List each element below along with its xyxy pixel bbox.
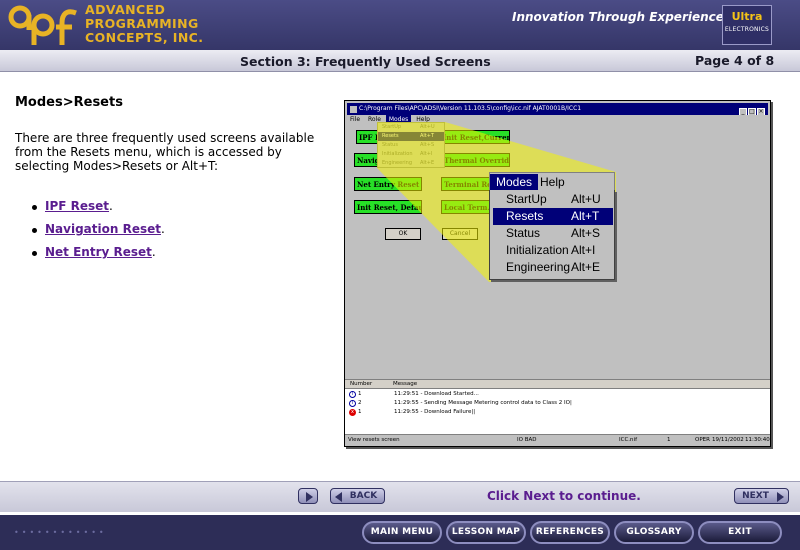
init-reset-default-button: Init Reset, Default (354, 200, 422, 214)
page-heading: Modes>Resets (15, 95, 123, 110)
small-modes-menu: StartUp Alt+U Resets Alt+T Status Alt+S Ini… (377, 122, 445, 168)
status-bar: View resets screen IO BAD ICC.nif 1 OPER… (345, 434, 770, 445)
section-title: Section 3: Frequently Used Screens (240, 54, 491, 69)
message-log: Number Message i 1 11:29:51 - Download S… (345, 379, 770, 434)
tagline: Innovation Through Experience (512, 10, 724, 24)
close-icon: × (757, 108, 765, 115)
intro-text: There are three frequently used screens … (15, 131, 315, 173)
net-entry-reset-button: Net Entry Reset (354, 177, 422, 191)
list-item: Navigation Reset. (32, 222, 165, 245)
info-icon: i (349, 400, 356, 407)
main-menu-button[interactable]: MAIN MENU (362, 521, 442, 544)
net-entry-reset-link[interactable]: Net Entry Reset (45, 245, 152, 259)
header-bar: ADVANCED PROGRAMMING CONCEPTS, INC. Inno… (0, 0, 800, 50)
small-menu-item: Initialization Alt+I (382, 151, 433, 157)
small-menu-item: Status Alt+S (382, 142, 435, 148)
maximize-icon: □ (748, 108, 756, 115)
back-arrow-icon (335, 492, 342, 502)
magnified-menu-item-engineering: Engineering Alt+E (506, 260, 601, 274)
magnified-menu-item-initialization: Initialization Alt+I (506, 243, 596, 257)
continue-prompt: Click Next to continue. (487, 489, 641, 503)
small-menu-item: Resets Alt+T (378, 132, 444, 141)
replay-button[interactable] (298, 488, 318, 504)
local-terminal-button: Local Term... (441, 200, 491, 214)
cancel-button: Cancel (442, 228, 478, 240)
navigation-bar (0, 481, 800, 512)
exit-button[interactable]: EXIT (698, 521, 782, 544)
next-arrow-icon (777, 492, 784, 502)
magnified-menu-help: Help (540, 175, 565, 189)
magnified-menu-item-startup: StartUp Alt+U (506, 192, 601, 206)
magnified-menu-modes: Modes (490, 174, 539, 190)
window-controls: _ □ × (738, 106, 765, 115)
magnified-modes-menu: StartUp Alt+U Resets Alt+T Status Alt+S Ini… (489, 190, 615, 280)
window-title: C:\Program Files\APC\ADSI\Version 11.103… (347, 103, 768, 115)
app-icon (350, 106, 357, 113)
list-item: Net Entry Reset. (32, 245, 165, 268)
next-button[interactable]: NEXT (734, 488, 789, 504)
small-menu-item: StartUp Alt+U (382, 124, 435, 130)
references-button[interactable]: REFERENCES (530, 521, 610, 544)
magnified-menu-item-resets: Resets Alt+T (493, 208, 613, 225)
minimize-icon: _ (739, 108, 747, 115)
play-icon (306, 492, 313, 502)
back-button[interactable]: BACK (330, 488, 385, 504)
ipf-reset-link[interactable]: IPF Reset (45, 199, 109, 213)
terminal-reset-button: Terminal Re... (441, 177, 491, 191)
error-icon: x (349, 409, 356, 416)
ultra-electronics-logo: Ultra ELECTRONICS (722, 5, 772, 45)
log-header: Number Message (345, 380, 770, 389)
list-item: IPF Reset. (32, 199, 165, 222)
lesson-map-button[interactable]: LESSON MAP (446, 521, 526, 544)
glossary-button[interactable]: GLOSSARY (614, 521, 694, 544)
menu-file: File (350, 116, 361, 123)
small-menu-item: Engineering Alt+E (382, 160, 435, 166)
init-reset-current-button: Init Reset,Current (440, 130, 510, 144)
reset-link-list: IPF Reset. Navigation Reset. Net Entry R… (32, 199, 165, 268)
page-indicator: Page 4 of 8 (695, 53, 775, 68)
ok-button: OK (385, 228, 421, 240)
navigation-reset-link[interactable]: Navigation Reset (45, 222, 161, 236)
magnified-menu-item-status: Status Alt+S (506, 226, 601, 240)
info-icon: i (349, 391, 356, 398)
company-name: ADVANCED PROGRAMMING CONCEPTS, INC. (85, 2, 204, 45)
apc-logo-icon (8, 5, 77, 45)
decorative-dots: •••••••••••• (14, 528, 107, 537)
magnified-menubar: Modes Help (489, 172, 615, 191)
thermal-override-button: Thermal Override (441, 153, 510, 167)
